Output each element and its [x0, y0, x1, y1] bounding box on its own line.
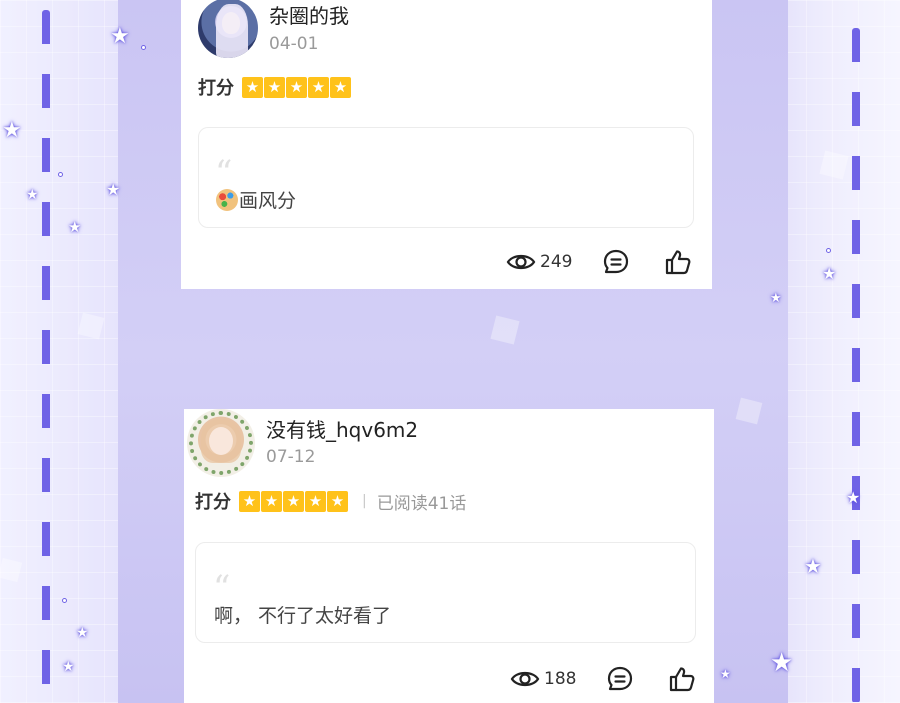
comment-box: “ 画风分 — [198, 127, 694, 228]
views-counter: 249 — [506, 251, 572, 273]
view-count: 188 — [544, 669, 577, 689]
avatar[interactable] — [198, 0, 258, 58]
comment-date: 07-12 — [266, 447, 316, 467]
star-icon: ★ — [286, 76, 307, 98]
sparkle-star-icon: ★ — [804, 554, 822, 578]
avatar[interactable] — [187, 409, 255, 477]
star-icon: ★ — [242, 76, 263, 98]
username[interactable]: 没有钱_hqv6m2 — [266, 414, 418, 443]
sparkle-star-icon: ★ — [2, 118, 22, 143]
star-icon: ★ — [264, 76, 285, 98]
sparkle-star-icon: ★ — [720, 667, 731, 681]
sparkle-star-icon: ★ — [770, 648, 794, 678]
sparkle-star-icon: ★ — [846, 488, 861, 507]
comment-box: “ 啊， 不行了太好看了 — [195, 542, 696, 643]
decor-dot — [826, 248, 831, 253]
comment-date: 04-01 — [269, 34, 319, 54]
comment-text: 啊， 不行了太好看了 — [214, 605, 392, 627]
comment-card: 杂圈的我 04-01 打分 ★ ★ ★ ★ ★ “ 画风分 249 — [181, 0, 712, 289]
rating-row: 打分 ★ ★ ★ ★ ★ — [198, 74, 351, 100]
rating-label: 打分 — [198, 78, 234, 99]
right-dashed-line — [852, 28, 860, 703]
view-count: 249 — [540, 252, 573, 272]
sparkle-star-icon: ★ — [106, 180, 121, 199]
sparkle-star-icon: ★ — [76, 625, 89, 641]
sparkle-star-icon: ★ — [770, 291, 782, 306]
separator: | — [362, 493, 367, 509]
read-progress: 已阅读41话 — [376, 493, 467, 514]
star-icon: ★ — [283, 490, 304, 512]
sparkle-star-icon: ★ — [822, 264, 837, 283]
thumbs-up-icon[interactable] — [668, 665, 696, 693]
palette-emoji-icon — [216, 189, 238, 211]
views-counter: 188 — [510, 668, 576, 690]
comment-card: 没有钱_hqv6m2 07-12 打分 ★ ★ ★ ★ ★ | 已阅读41话 “… — [184, 409, 714, 703]
quote-mark: “ — [213, 568, 231, 608]
thumbs-up-icon[interactable] — [664, 248, 692, 276]
action-bar: 249 — [506, 248, 692, 276]
decor-dot — [58, 172, 63, 177]
decor-dot — [62, 598, 67, 603]
left-dashed-line — [42, 10, 50, 703]
star-icon: ★ — [308, 76, 329, 98]
sparkle-star-icon: ★ — [26, 187, 39, 203]
sparkle-star-icon: ★ — [110, 24, 130, 49]
sparkle-star-icon: ★ — [68, 218, 82, 236]
left-side-panel — [0, 0, 118, 703]
rating-stars: ★ ★ ★ ★ ★ — [239, 490, 348, 512]
decor-dot — [141, 45, 146, 50]
star-icon: ★ — [305, 490, 326, 512]
star-icon: ★ — [261, 490, 282, 512]
action-bar: 188 — [510, 665, 696, 693]
comment-icon[interactable] — [602, 248, 630, 276]
star-icon: ★ — [330, 76, 351, 98]
rating-stars: ★ ★ ★ ★ ★ — [242, 76, 351, 98]
eye-icon — [510, 671, 540, 687]
eye-icon — [506, 254, 536, 270]
comment-text: 画风分 — [239, 190, 297, 212]
comment-icon[interactable] — [606, 665, 634, 693]
star-icon: ★ — [239, 490, 260, 512]
right-side-panel — [788, 0, 900, 703]
rating-label: 打分 — [195, 492, 231, 513]
rating-row: 打分 ★ ★ ★ ★ ★ | 已阅读41话 — [195, 488, 466, 514]
quote-mark: “ — [215, 153, 233, 193]
username[interactable]: 杂圈的我 — [269, 0, 349, 29]
sparkle-star-icon: ★ — [62, 659, 75, 675]
star-icon: ★ — [327, 490, 348, 512]
comment-text-row: 画风分 — [216, 186, 296, 213]
